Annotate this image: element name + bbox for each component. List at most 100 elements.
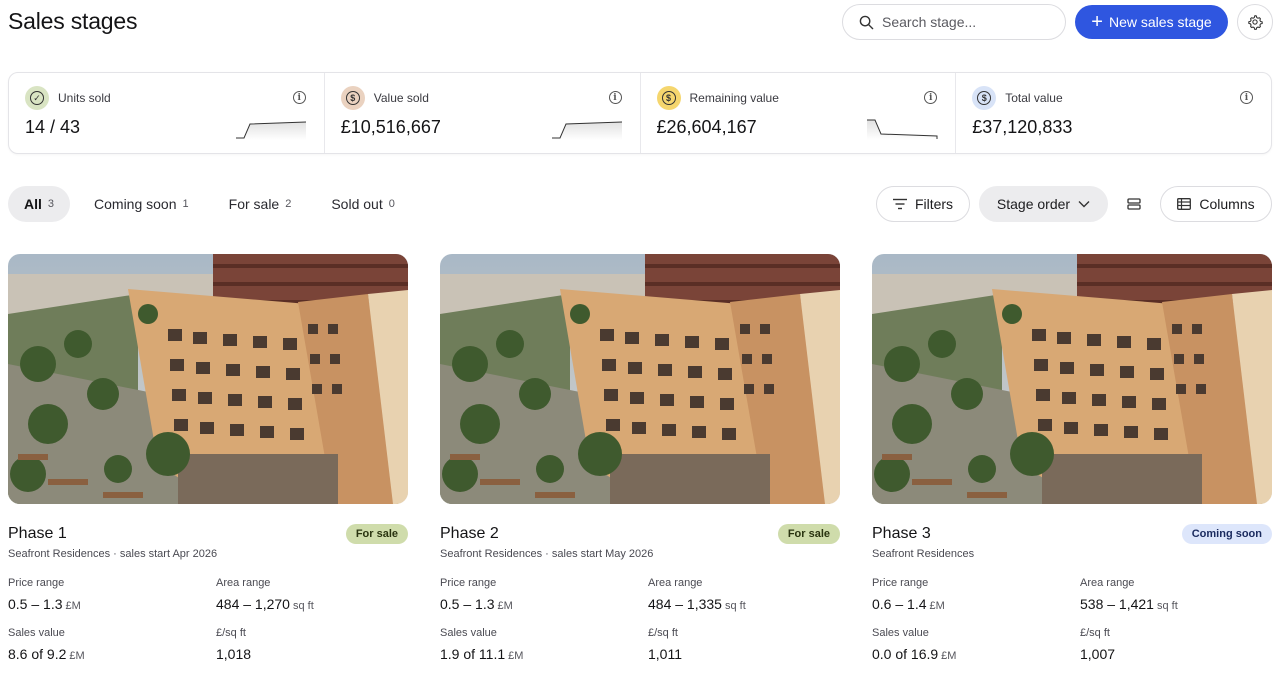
tab-label: Sold out <box>331 196 383 212</box>
stage-order-dropdown[interactable]: Stage order <box>979 186 1108 222</box>
check-circle-icon: ✓ <box>25 86 49 110</box>
page-title: Sales stages <box>8 8 138 34</box>
new-sales-stage-button[interactable]: + New sales stage <box>1075 5 1228 39</box>
area-range-label: Area range <box>1080 577 1135 589</box>
price-range-value: 0.6 – 1.4 £M <box>872 596 945 612</box>
price-per-sqft-label: £/sq ft <box>648 627 678 639</box>
sparkline-chart <box>235 121 306 140</box>
chevron-down-icon <box>1078 201 1090 208</box>
tab-all[interactable]: All 3 <box>8 186 71 222</box>
area-range-value: 484 – 1,270 sq ft <box>216 596 314 612</box>
columns-button[interactable]: Columns <box>1160 186 1272 222</box>
stage-card[interactable]: Phase 2 For sale Seafront Residences · s… <box>440 254 840 680</box>
stage-order-label: Stage order <box>996 196 1071 212</box>
dollar-circle-icon: $ <box>340 86 365 110</box>
area-range-label: Area range <box>216 577 271 589</box>
status-badge: For sale <box>777 524 840 544</box>
value-text: 1,007 <box>1080 646 1116 662</box>
value-text: 484 – 1,335 <box>648 596 722 612</box>
sales-value-value: 8.6 of 9.2 £M <box>8 646 85 662</box>
sales-value-label: Sales value <box>440 627 497 639</box>
tab-count: 0 <box>388 198 395 210</box>
stat-label: Value sold <box>373 91 429 105</box>
stage-title[interactable]: Phase 1 <box>8 525 67 543</box>
filters-label: Filters <box>914 196 954 212</box>
price-per-sqft-value: 1,011 <box>648 646 682 662</box>
unit-label: £M <box>929 600 945 612</box>
area-range-label: Area range <box>648 577 703 589</box>
unit-label: sq ft <box>292 600 314 612</box>
value-text: 1.9 of 11.1 <box>440 646 506 662</box>
stat-label: Total value <box>1005 91 1063 105</box>
sales-value-label: Sales value <box>872 627 929 639</box>
search-icon <box>859 15 874 29</box>
status-badge: Coming soon <box>1181 524 1272 544</box>
sales-value-value: 0.0 of 16.9 £M <box>872 646 956 662</box>
stage-image <box>8 254 408 504</box>
price-per-sqft-label: £/sq ft <box>216 627 246 639</box>
stage-image <box>872 254 1272 504</box>
status-tabs: All 3 Coming soon 1 For sale 2 Sold out 0 <box>8 186 419 222</box>
tab-count: 3 <box>47 198 55 210</box>
sparkline-chart <box>551 121 622 140</box>
filters-button[interactable]: Filters <box>876 186 970 222</box>
tab-count: 1 <box>182 198 189 210</box>
value-text: 484 – 1,270 <box>216 596 290 612</box>
search-input[interactable] <box>882 14 1052 30</box>
price-range-label: Price range <box>440 577 497 589</box>
gear-icon <box>1248 15 1263 30</box>
unit-label: sq ft <box>724 600 746 612</box>
sparkline-chart <box>867 119 938 140</box>
table-icon <box>1177 198 1192 210</box>
stat-units-sold: ✓ Units sold i 14 / 43 <box>9 73 325 153</box>
dollar-circle-icon: $ <box>656 86 681 110</box>
stat-total-value: $ Total value i £37,120,833 <box>956 73 1271 153</box>
tab-coming-soon[interactable]: Coming soon 1 <box>78 186 205 222</box>
price-per-sqft-value: 1,018 <box>216 646 251 662</box>
tab-for-sale[interactable]: For sale 2 <box>213 186 308 222</box>
price-per-sqft-label: £/sq ft <box>1080 627 1110 639</box>
info-icon[interactable]: i <box>292 91 306 104</box>
stat-label: Units sold <box>58 91 111 105</box>
unit-label: £M <box>941 650 957 662</box>
sales-value-label: Sales value <box>8 627 65 639</box>
value-text: 0.5 – 1.3 <box>8 596 63 612</box>
value-text: 0.6 – 1.4 <box>872 596 927 612</box>
value-text: 8.6 of 9.2 <box>8 646 67 662</box>
search-box[interactable] <box>842 4 1066 40</box>
value-text: 1,018 <box>216 646 252 662</box>
view-toggle-button[interactable] <box>1116 186 1152 222</box>
unit-label: £M <box>65 600 81 612</box>
stat-value: £37,120,833 <box>972 117 1073 137</box>
info-icon[interactable]: i <box>608 91 622 104</box>
stage-title[interactable]: Phase 3 <box>872 525 931 543</box>
unit-label: £M <box>508 650 524 662</box>
stats-panel: ✓ Units sold i 14 / 43 $ Value sold i £1… <box>8 72 1272 154</box>
status-badge: For sale <box>345 524 408 544</box>
stat-value: 14 / 43 <box>25 117 81 137</box>
list-view-icon <box>1127 198 1141 210</box>
stat-value: £26,604,167 <box>656 117 757 137</box>
price-per-sqft-value: 1,007 <box>1080 646 1115 662</box>
tab-count: 2 <box>285 198 292 210</box>
settings-button[interactable] <box>1237 4 1273 40</box>
stat-value-sold: $ Value sold i £10,516,667 <box>325 73 641 153</box>
plus-icon: + <box>1091 11 1103 33</box>
unit-label: sq ft <box>1156 600 1178 612</box>
stage-subtitle: Seafront Residences · sales start Apr 20… <box>8 548 218 560</box>
stage-card[interactable]: Phase 1 For sale Seafront Residences · s… <box>8 254 408 680</box>
columns-label: Columns <box>1199 196 1255 212</box>
stage-image <box>440 254 840 504</box>
stage-title[interactable]: Phase 2 <box>440 525 499 543</box>
tab-sold-out[interactable]: Sold out 0 <box>315 186 411 222</box>
value-text: 0.5 – 1.3 <box>440 596 495 612</box>
price-range-label: Price range <box>8 577 65 589</box>
sales-value-value: 1.9 of 11.1 £M <box>440 646 523 662</box>
tab-label: Coming soon <box>94 196 177 212</box>
value-text: 538 – 1,421 <box>1080 596 1154 612</box>
dollar-circle-icon: $ <box>972 86 997 110</box>
page-header: Sales stages + New sales stage <box>8 4 1273 40</box>
info-icon[interactable]: i <box>924 91 938 104</box>
info-icon[interactable]: i <box>1240 91 1253 104</box>
stage-card[interactable]: Phase 3 Coming soon Seafront Residences … <box>872 254 1272 680</box>
